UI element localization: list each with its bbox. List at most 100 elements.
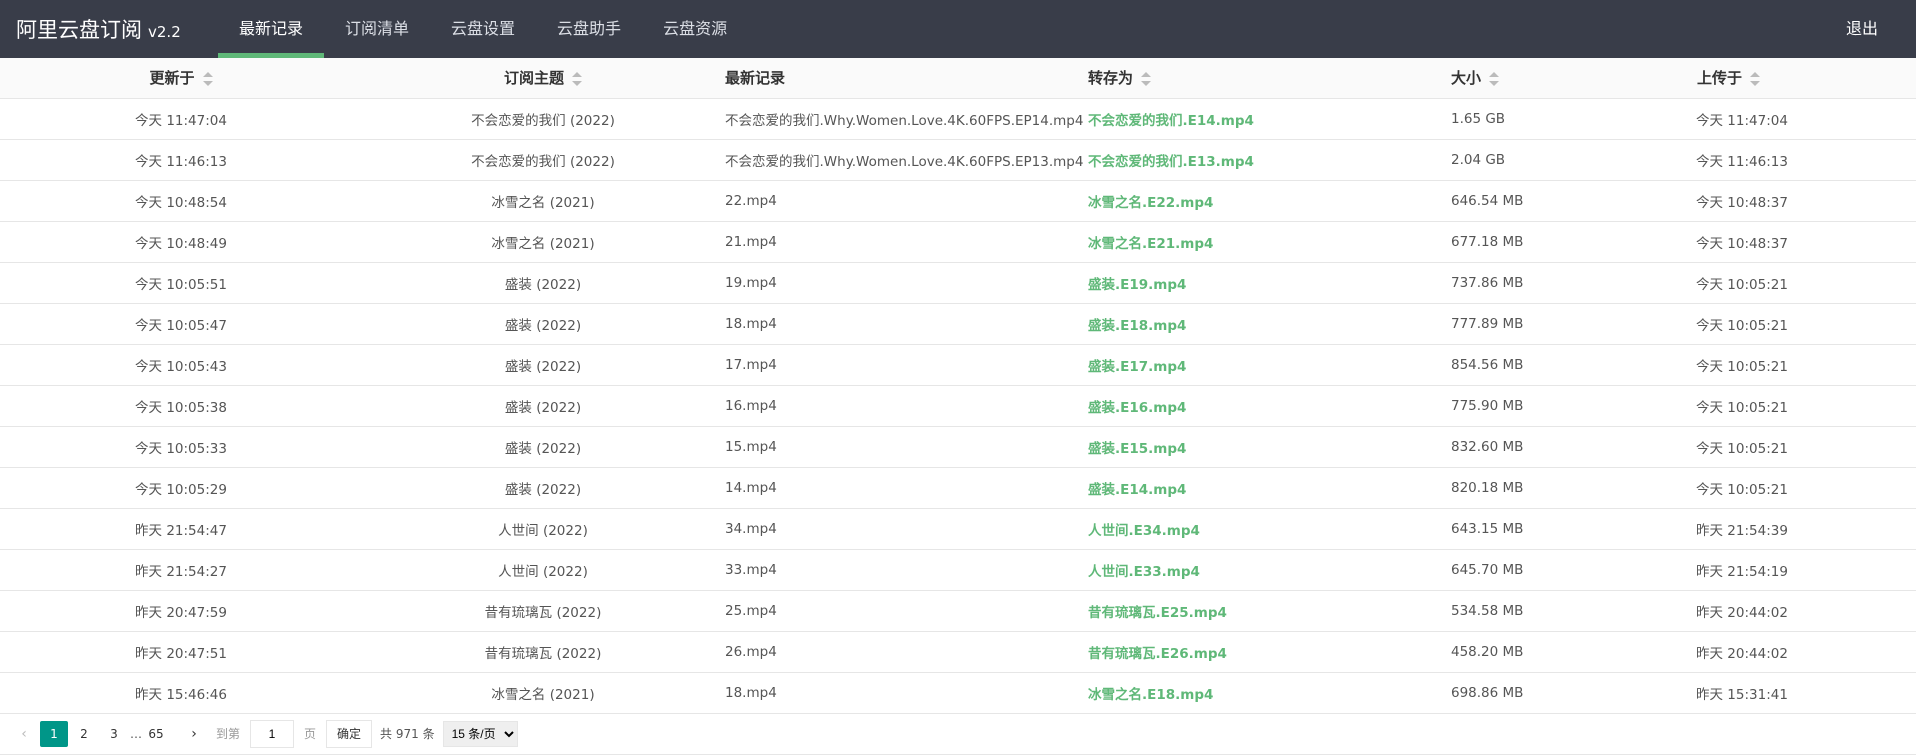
prev-page-button[interactable]: ‹ [10,721,38,747]
saved-as-cell: 冰雪之名.E18.mp4 [1087,672,1450,714]
size-cell: 1.65 GB [1450,98,1676,140]
topic-cell: 不会恋爱的我们 (2022) [362,98,724,140]
col-header-label: 更新于 [149,69,195,88]
latest-record-cell: 25.mp4 [724,590,1087,632]
updated-cell: 今天 10:05:38 [0,385,362,427]
table-row: 昨天 21:54:27 人世间 (2022) 33.mp4 人世间.E33.mp4 64… [0,549,1916,591]
updated-cell: 今天 10:05:47 [0,303,362,345]
updated-cell: 今天 10:05:51 [0,262,362,304]
col-header-latest: 最新记录 [724,58,1087,99]
table-row: 今天 10:05:43 盛装 (2022) 17.mp4 盛装.E17.mp4 854.… [0,344,1916,386]
uploaded-cell: 昨天 21:54:39 [1676,508,1916,550]
goto-label: 到第 [216,727,241,741]
latest-record-cell: 17.mp4 [724,344,1087,386]
total-count: 共 971 条 [380,727,435,741]
col-header-size[interactable]: 大小 [1450,58,1676,99]
size-cell: 646.54 MB [1450,180,1676,222]
size-cell: 820.18 MB [1450,467,1676,509]
app-title: 阿里云盘订阅 [16,18,142,42]
records-table: 更新于 订阅主题 最新记录 转存为 大小 上传于 今天 11:47:04 不会恋爱… [0,58,1916,714]
col-header-label: 最新记录 [725,69,786,88]
goto-page-input[interactable] [250,719,295,748]
saved-as-cell: 不会恋爱的我们.E14.mp4 [1087,98,1450,140]
uploaded-cell: 昨天 20:44:02 [1676,590,1916,632]
saved-as-cell: 昔有琉璃瓦.E26.mp4 [1087,631,1450,673]
uploaded-cell: 今天 10:05:21 [1676,344,1916,386]
table-row: 今天 11:46:13 不会恋爱的我们 (2022) 不会恋爱的我们.Why.Wom… [0,139,1916,181]
sort-icon[interactable] [1489,71,1500,86]
latest-record-cell: 不会恋爱的我们.Why.Women.Love.4K.60FPS.EP13.mp4 [724,139,1087,181]
table-row: 今天 10:05:33 盛装 (2022) 15.mp4 盛装.E15.mp4 832.… [0,426,1916,468]
table-row: 今天 10:05:29 盛装 (2022) 14.mp4 盛装.E14.mp4 820.… [0,467,1916,509]
saved-as-cell: 盛装.E18.mp4 [1087,303,1450,345]
saved-as-cell: 冰雪之名.E22.mp4 [1087,180,1450,222]
page-size-select[interactable]: 15 条/页 [442,720,518,747]
page-button-3[interactable]: 3 [100,721,128,747]
table-row: 昨天 20:47:51 昔有琉璃瓦 (2022) 26.mp4 昔有琉璃瓦.E26.m… [0,631,1916,673]
col-header-updated[interactable]: 更新于 [0,58,362,99]
sort-icon[interactable] [1750,71,1761,86]
saved-as-cell: 盛装.E19.mp4 [1087,262,1450,304]
size-cell: 832.60 MB [1450,426,1676,468]
nav-drive-resources[interactable]: 云盘资源 [642,0,748,58]
size-cell: 737.86 MB [1450,262,1676,304]
latest-record-cell: 18.mp4 [724,672,1087,714]
latest-record-cell: 16.mp4 [724,385,1087,427]
saved-as-cell: 盛装.E14.mp4 [1087,467,1450,509]
pagination: ‹ 1 2 3 … 65 › 到第 页 确定 共 971 条 15 条/页 [0,714,1916,755]
updated-cell: 昨天 21:54:27 [0,549,362,591]
confirm-button[interactable]: 确定 [326,719,373,748]
col-header-uploaded[interactable]: 上传于 [1676,58,1916,99]
latest-record-cell: 34.mp4 [724,508,1087,550]
nav-subscription-list[interactable]: 订阅清单 [324,0,430,58]
topic-cell: 昔有琉璃瓦 (2022) [362,590,724,632]
nav-drive-settings[interactable]: 云盘设置 [430,0,536,58]
uploaded-cell: 昨天 20:44:02 [1676,631,1916,673]
latest-record-cell: 不会恋爱的我们.Why.Women.Love.4K.60FPS.EP14.mp4 [724,98,1087,140]
saved-as-cell: 不会恋爱的我们.E13.mp4 [1087,139,1450,181]
sort-icon[interactable] [202,71,213,86]
app-brand: 阿里云盘订阅 v2.2 [16,14,218,44]
page-button-last[interactable]: 65 [142,721,170,747]
saved-as-cell: 昔有琉璃瓦.E25.mp4 [1087,590,1450,632]
topic-cell: 人世间 (2022) [362,549,724,591]
size-cell: 775.90 MB [1450,385,1676,427]
logout-link[interactable]: 退出 [1846,0,1878,58]
topic-cell: 冰雪之名 (2021) [362,221,724,263]
col-header-label: 上传于 [1697,69,1743,88]
updated-cell: 昨天 20:47:59 [0,590,362,632]
latest-record-cell: 14.mp4 [724,467,1087,509]
col-header-topic[interactable]: 订阅主题 [362,58,724,99]
page-button-2[interactable]: 2 [70,721,98,747]
updated-cell: 昨天 21:54:47 [0,508,362,550]
uploaded-cell: 今天 11:47:04 [1676,98,1916,140]
sort-icon[interactable] [1141,71,1152,86]
col-header-label: 订阅主题 [503,69,564,88]
table-row: 昨天 15:46:46 冰雪之名 (2021) 18.mp4 冰雪之名.E18.mp4… [0,672,1916,714]
topic-cell: 人世间 (2022) [362,508,724,550]
updated-cell: 今天 10:05:33 [0,426,362,468]
topic-cell: 盛装 (2022) [362,262,724,304]
nav-drive-assistant[interactable]: 云盘助手 [536,0,642,58]
updated-cell: 昨天 20:47:51 [0,631,362,673]
page-button-1[interactable]: 1 [40,720,68,747]
updated-cell: 昨天 15:46:46 [0,672,362,714]
uploaded-cell: 今天 10:05:21 [1676,426,1916,468]
col-header-saved-as[interactable]: 转存为 [1087,58,1450,99]
next-page-button[interactable]: › [180,721,208,747]
sort-icon[interactable] [572,71,582,86]
saved-as-cell: 盛装.E15.mp4 [1087,426,1450,468]
size-cell: 645.70 MB [1450,549,1676,591]
size-cell: 854.56 MB [1450,344,1676,386]
nav-latest-records[interactable]: 最新记录 [218,0,325,58]
table-row: 今天 10:48:54 冰雪之名 (2021) 22.mp4 冰雪之名.E22.mp4… [0,180,1916,222]
page-unit-label: 页 [304,727,317,741]
table-header-row: 更新于 订阅主题 最新记录 转存为 大小 上传于 [0,58,1916,99]
topic-cell: 盛装 (2022) [362,426,724,468]
uploaded-cell: 今天 10:05:21 [1676,303,1916,345]
uploaded-cell: 今天 11:46:13 [1676,139,1916,181]
latest-record-cell: 19.mp4 [724,262,1087,304]
table-row: 今天 11:47:04 不会恋爱的我们 (2022) 不会恋爱的我们.Why.Wom… [0,98,1916,140]
latest-record-cell: 33.mp4 [724,549,1087,591]
col-header-label: 大小 [1451,69,1482,88]
